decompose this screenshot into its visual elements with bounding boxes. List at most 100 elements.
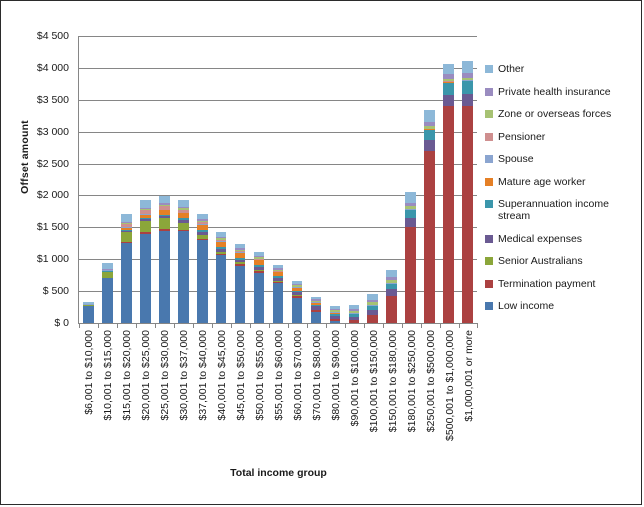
bar-slot <box>212 36 231 323</box>
y-axis-tick-label: $1 500 <box>36 221 69 234</box>
bar-segment[interactable] <box>177 199 189 207</box>
bar-segment[interactable] <box>102 278 113 323</box>
x-axis-tick <box>440 323 459 328</box>
bar-segment[interactable] <box>443 94 454 107</box>
bar-segment[interactable] <box>443 63 454 75</box>
stacked-bar[interactable] <box>367 294 379 323</box>
x-label-cell: $500,001 to $1,000,000 <box>440 330 459 460</box>
legend-item[interactable]: Mature age worker <box>485 176 641 188</box>
x-axis-tick-label: $45,001 to $50,000 <box>234 330 247 421</box>
bar-segment[interactable] <box>462 81 473 95</box>
stacked-bar[interactable] <box>272 264 284 323</box>
stacked-bar[interactable] <box>234 244 246 323</box>
legend-label: Zone or overseas forces <box>498 108 612 120</box>
stacked-bar[interactable] <box>177 199 189 323</box>
stacked-bar[interactable] <box>405 191 416 323</box>
bar-segment[interactable] <box>121 243 132 323</box>
bar-segment[interactable] <box>196 240 208 323</box>
stacked-bar[interactable] <box>158 195 170 323</box>
bar-segment[interactable] <box>215 255 227 323</box>
x-axis-tick <box>288 323 307 328</box>
stacked-bar[interactable] <box>215 232 227 323</box>
bar-segment[interactable] <box>121 214 132 222</box>
bar-slot <box>136 36 155 323</box>
stacked-bar[interactable] <box>196 213 208 323</box>
stacked-bar[interactable] <box>291 281 303 323</box>
bar-segment[interactable] <box>158 218 170 230</box>
legend-item[interactable]: Spouse <box>485 153 641 165</box>
bar-segment[interactable] <box>424 150 435 323</box>
stacked-bar[interactable] <box>102 262 113 323</box>
stacked-bar[interactable] <box>386 269 398 323</box>
legend-label: Private health insurance <box>498 85 611 98</box>
legend-item[interactable]: Pensioner <box>485 131 641 143</box>
bar-segment[interactable] <box>386 269 398 278</box>
stacked-bar[interactable] <box>253 252 265 323</box>
stacked-bar[interactable] <box>443 63 454 323</box>
bar-slot <box>401 36 420 323</box>
bar-segment[interactable] <box>177 231 189 323</box>
bar-segment[interactable] <box>140 221 151 233</box>
bar-segment[interactable] <box>291 297 303 323</box>
bar-segment[interactable] <box>140 233 151 323</box>
legend: Other Private health insurance Zone or ove… <box>485 63 641 323</box>
legend-item[interactable]: Superannuation income stream <box>485 198 641 222</box>
bar-segment[interactable] <box>405 210 416 218</box>
bar-segment[interactable] <box>177 222 189 230</box>
legend-item[interactable]: Termination payment <box>485 278 641 290</box>
legend-item[interactable]: Zone or overseas forces <box>485 108 641 120</box>
bar-segment[interactable] <box>140 199 151 208</box>
stacked-bar[interactable] <box>121 214 132 323</box>
x-axis-tick-label: $30,001 to $37,000 <box>177 330 190 421</box>
tick-mark <box>383 323 384 328</box>
bar-segment[interactable] <box>405 217 416 228</box>
stacked-bar[interactable] <box>140 199 151 323</box>
x-label-cell: $15,001 to $20,000 <box>117 330 136 460</box>
x-axis-tick-label: $1,000,001 or more <box>462 330 475 422</box>
stacked-bar[interactable] <box>348 305 360 323</box>
stacked-bar[interactable] <box>462 60 473 323</box>
stacked-bar[interactable] <box>310 296 322 323</box>
bar-segment[interactable] <box>121 231 132 243</box>
bar-segment[interactable] <box>272 283 284 323</box>
x-label-cell: $30,001 to $37,000 <box>174 330 193 460</box>
x-axis-tick <box>193 323 212 328</box>
x-axis-tick <box>117 323 136 328</box>
bar-segment[interactable] <box>424 129 435 140</box>
legend-item[interactable]: Private health insurance <box>485 86 641 98</box>
legend-item[interactable]: Medical expenses <box>485 233 641 245</box>
bar-segment[interactable] <box>462 94 473 107</box>
bar-segment[interactable] <box>386 296 398 323</box>
bar-segment[interactable] <box>253 272 265 323</box>
bar-segment[interactable] <box>443 106 454 323</box>
legend-item[interactable]: Senior Australians <box>485 255 641 267</box>
x-axis-tick-label: $50,001 to $55,000 <box>253 330 266 421</box>
legend-color-swatch <box>485 302 493 310</box>
bar-segment[interactable] <box>462 106 473 323</box>
bar-segment[interactable] <box>424 109 435 122</box>
tick-mark <box>250 323 251 328</box>
x-axis-tick-label: $80,001 to $90,000 <box>329 330 342 421</box>
legend-item[interactable]: Other <box>485 63 641 75</box>
x-axis-tick-label: $180,001 to $250,000 <box>405 330 418 433</box>
stacked-bar[interactable] <box>424 109 435 323</box>
legend-item[interactable]: Low income <box>485 300 641 312</box>
bar-segment[interactable] <box>158 230 170 323</box>
x-axis-tick <box>345 323 364 328</box>
x-label-cell: $70,001 to $80,000 <box>307 330 326 460</box>
stacked-bar[interactable] <box>329 305 341 323</box>
bar-segment[interactable] <box>367 314 379 323</box>
bar-segment[interactable] <box>424 139 435 151</box>
bar-segment[interactable] <box>405 191 416 203</box>
stacked-bar[interactable] <box>83 302 94 323</box>
bar-segment[interactable] <box>234 265 246 323</box>
bar-segment[interactable] <box>83 306 94 323</box>
bar-segment[interactable] <box>462 60 473 73</box>
bar-segment[interactable] <box>386 289 398 297</box>
bar-segment[interactable] <box>158 195 170 204</box>
tick-mark <box>193 323 194 328</box>
legend-color-swatch <box>485 200 493 208</box>
bar-segment[interactable] <box>405 227 416 323</box>
bar-segment[interactable] <box>310 311 322 323</box>
bar-segment[interactable] <box>443 82 454 95</box>
